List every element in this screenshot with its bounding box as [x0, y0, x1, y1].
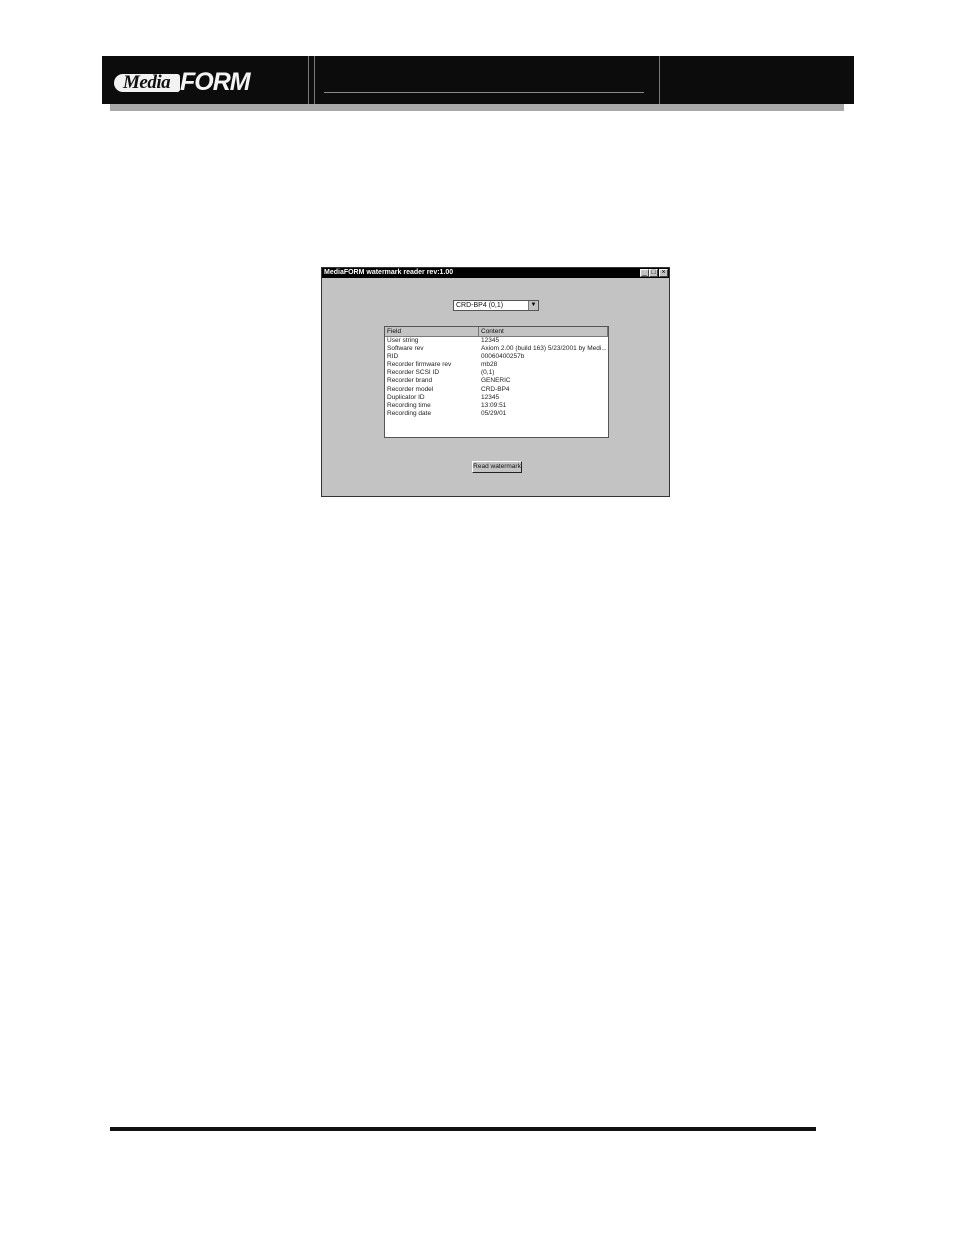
field-name: Recorder firmware rev: [387, 361, 452, 369]
list-rows: User string 12345 Software rev Axiom 2.0…: [385, 337, 608, 418]
field-name: Software rev: [387, 345, 424, 353]
field-content: 05/29/01: [481, 409, 507, 417]
field-content: 12345: [481, 337, 500, 344]
chevron-down-icon[interactable]: ▼: [528, 301, 538, 310]
watermark-reader-window: MediaFORM watermark reader rev:1.00 _ □ …: [321, 267, 670, 497]
drive-select[interactable]: CRD-BP4 (0,1) ▼: [453, 300, 539, 311]
field-name: Recorder model: [387, 385, 434, 393]
maximize-icon[interactable]: □: [649, 269, 658, 277]
field-name: RID: [387, 353, 399, 361]
list-item[interactable]: Recorder SCSI ID (0,1): [385, 369, 608, 377]
read-watermark-button[interactable]: Read watermark: [472, 461, 522, 473]
mediaform-logo: Media FORM: [114, 68, 251, 96]
column-header-content[interactable]: Content: [479, 327, 608, 336]
field-name: Recorder brand: [387, 377, 433, 385]
drive-select-value: CRD-BP4 (0,1): [456, 302, 504, 309]
field-content: Axiom 2.00 (build 163) 5/23/2001 by Medi…: [481, 345, 607, 353]
window-title: MediaFORM watermark reader rev:1.00: [324, 269, 454, 276]
logo-form-text: FORM: [180, 68, 251, 96]
list-item[interactable]: Recorder model CRD-BP4: [385, 386, 608, 394]
minimize-icon[interactable]: _: [640, 269, 649, 277]
list-item[interactable]: Recorder brand GENERIC: [385, 377, 608, 385]
header-rule: [324, 92, 644, 93]
list-item[interactable]: Recording date 05/29/01: [385, 410, 608, 418]
field-content: GENERIC: [481, 377, 511, 385]
field-content: 13:09:51: [481, 401, 507, 409]
list-item[interactable]: Recorder firmware rev mb28: [385, 361, 608, 369]
column-header-field[interactable]: Field: [385, 327, 479, 336]
page-header-banner: Media FORM: [102, 56, 854, 104]
field-content: 12345: [481, 393, 500, 401]
watermark-fields-list[interactable]: Field Content User string 12345 Software…: [384, 326, 609, 438]
list-item[interactable]: Software rev Axiom 2.00 (build 163) 5/23…: [385, 345, 608, 353]
list-header: Field Content: [385, 327, 608, 337]
field-name: Recording date: [387, 409, 432, 417]
list-item[interactable]: User string 12345: [385, 337, 608, 345]
footer-rule: [110, 1127, 816, 1131]
header-divider: [659, 56, 660, 104]
logo-media-text: Media: [123, 72, 171, 93]
header-shadow-bar: [110, 104, 844, 111]
close-icon[interactable]: ×: [659, 269, 668, 277]
header-divider: [314, 56, 315, 104]
field-name: Recorder SCSI ID: [387, 369, 440, 377]
header-divider: [308, 56, 309, 104]
field-content: CRD-BP4: [481, 385, 510, 393]
field-name: User string: [387, 337, 419, 344]
field-name: Recording time: [387, 401, 431, 409]
field-content: (0,1): [481, 369, 495, 377]
window-titlebar: MediaFORM watermark reader rev:1.00 _ □ …: [322, 268, 669, 278]
list-item[interactable]: RID 00060400257b: [385, 353, 608, 361]
list-item[interactable]: Recording time 13:09:51: [385, 402, 608, 410]
field-name: Duplicator ID: [387, 393, 425, 401]
list-item[interactable]: Duplicator ID 12345: [385, 394, 608, 402]
field-content: mb28: [481, 361, 498, 369]
field-content: 00060400257b: [481, 353, 525, 361]
